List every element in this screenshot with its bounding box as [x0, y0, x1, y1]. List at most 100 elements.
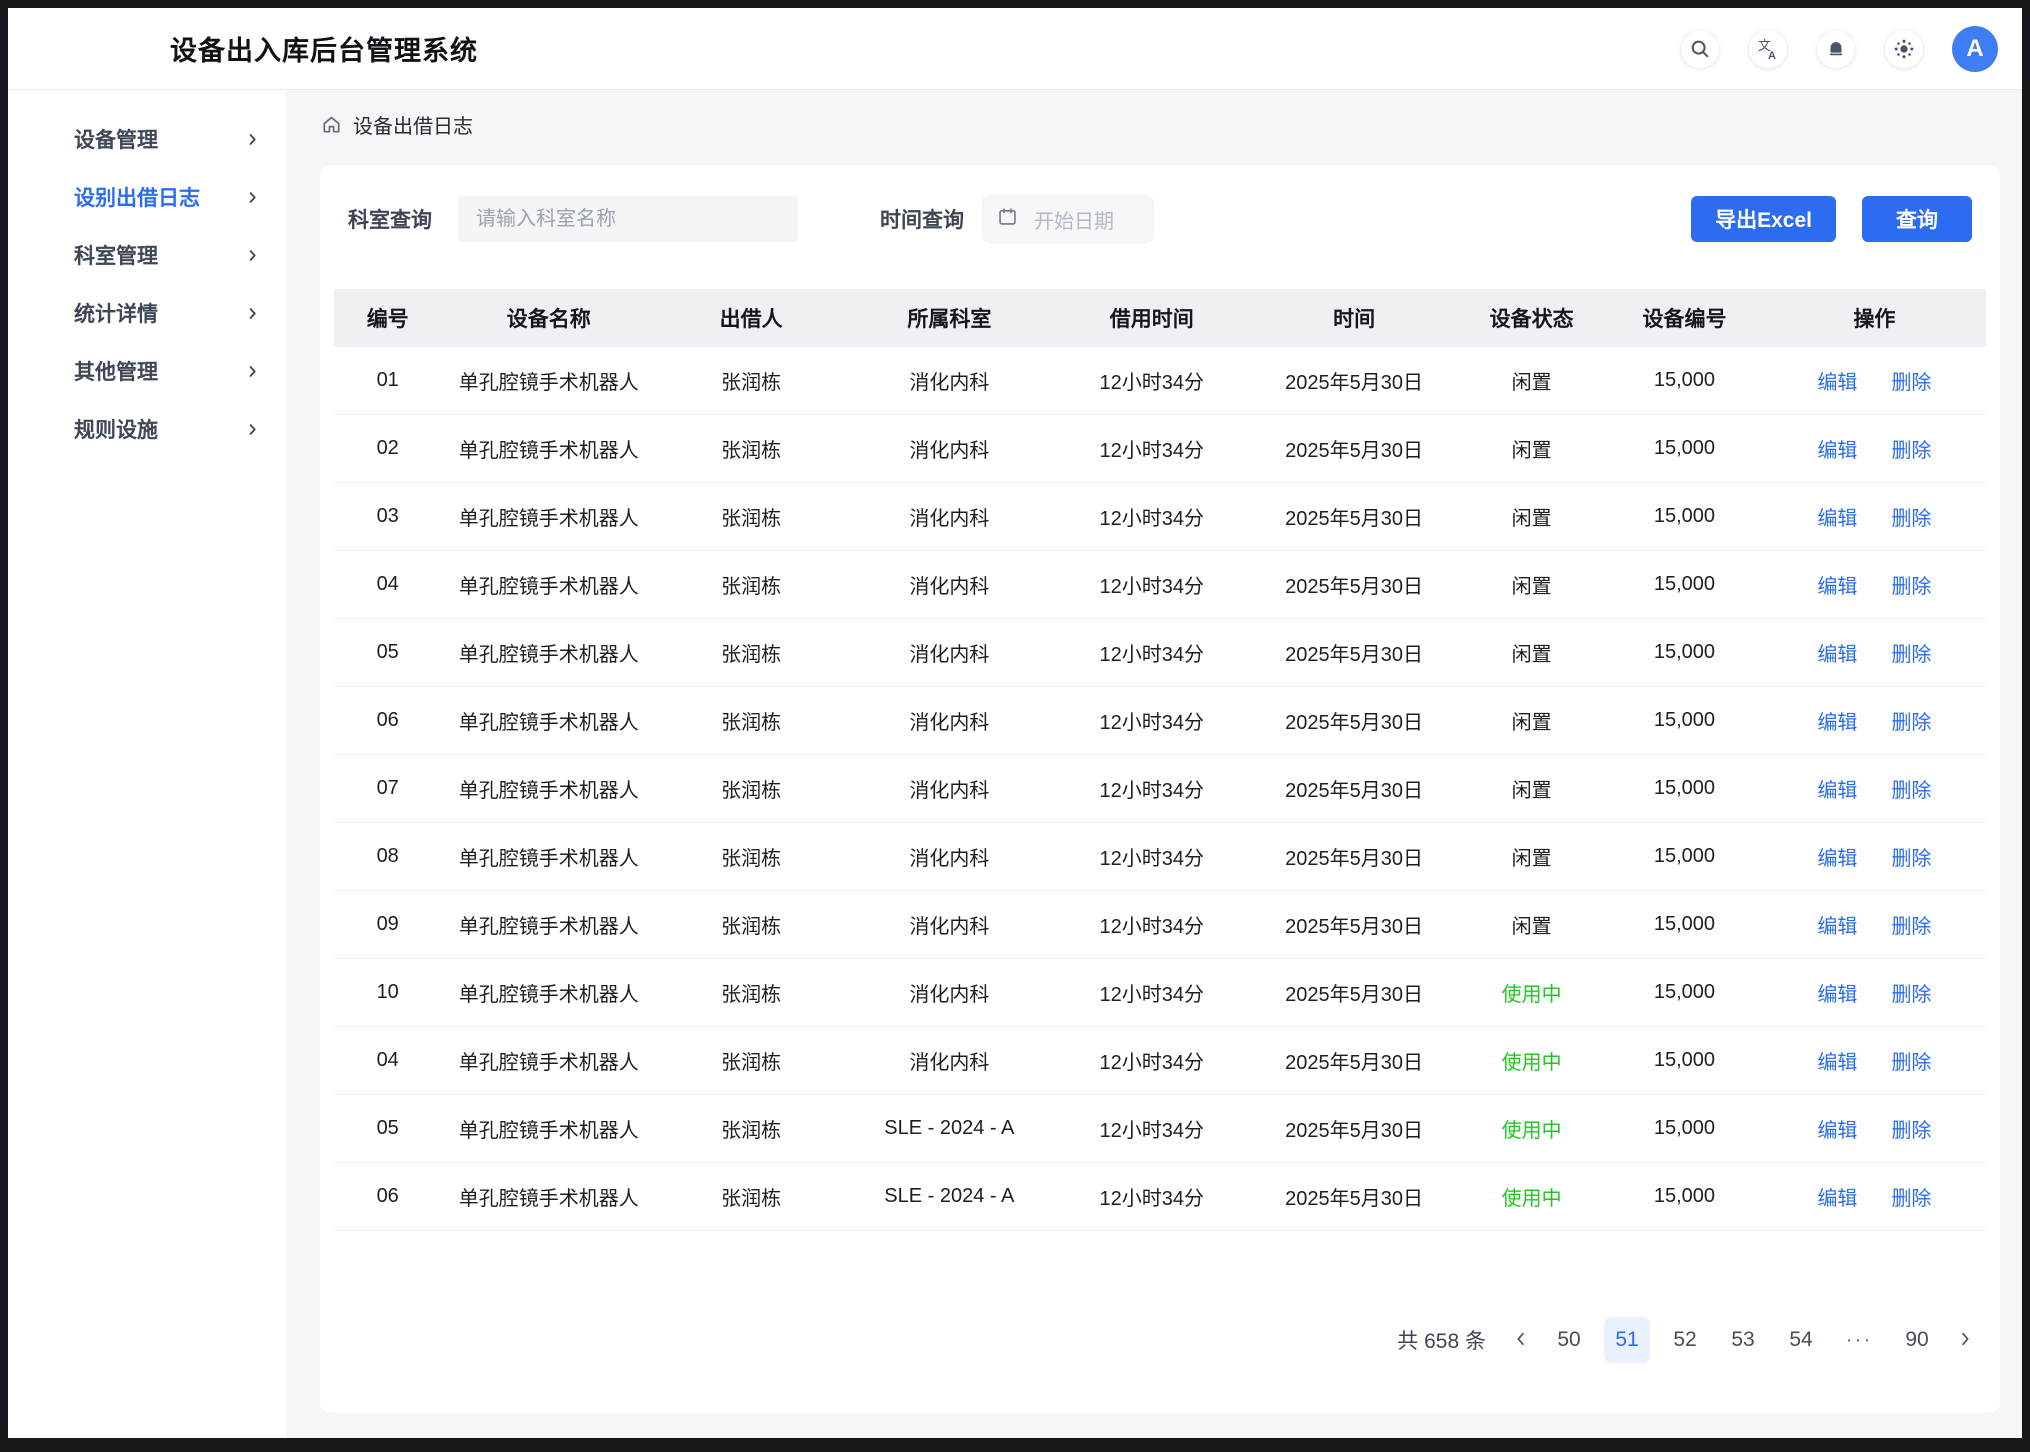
query-button[interactable]: 查询 [1862, 196, 1972, 242]
cell-department: 消化内科 [846, 570, 1053, 599]
edit-link[interactable]: 编辑 [1817, 1114, 1857, 1143]
cell-department: 消化内科 [846, 774, 1053, 803]
cell-device-number: 15,000 [1606, 1117, 1763, 1140]
avatar[interactable]: A [1952, 26, 1998, 72]
cell-borrow-duration: 12小时34分 [1053, 1046, 1251, 1075]
start-date-input[interactable]: 开始日期 [982, 195, 1154, 243]
sidebar-item[interactable]: 统计详情 [8, 284, 286, 342]
chevron-right-icon [245, 132, 260, 147]
delete-link[interactable]: 删除 [1891, 502, 1931, 531]
cell-actions: 编辑 删除 [1763, 434, 1986, 463]
edit-link[interactable]: 编辑 [1817, 774, 1857, 803]
cell-department: 消化内科 [846, 978, 1053, 1007]
delete-link[interactable]: 删除 [1891, 978, 1931, 1007]
cell-borrow-duration: 12小时34分 [1053, 434, 1251, 463]
delete-link[interactable]: 删除 [1891, 434, 1931, 463]
delete-link[interactable]: 删除 [1891, 1182, 1931, 1211]
cell-borrower: 张润栋 [656, 638, 846, 667]
cell-date: 2025年5月30日 [1251, 434, 1458, 463]
delete-link[interactable]: 删除 [1891, 706, 1931, 735]
table-row: 06 单孔腔镜手术机器人 张润栋 消化内科 12小时34分 2025年5月30日… [334, 687, 1986, 755]
translate-button[interactable]: 文 A [1748, 29, 1788, 69]
cell-actions: 编辑 删除 [1763, 638, 1986, 667]
sidebar-item[interactable]: 科室管理 [8, 226, 286, 284]
status-badge: 闲置 [1457, 570, 1606, 599]
search-button[interactable] [1680, 29, 1720, 69]
cell-number: 04 [334, 1049, 441, 1072]
delete-link[interactable]: 删除 [1891, 638, 1931, 667]
cell-department: 消化内科 [846, 910, 1053, 939]
sidebar-item[interactable]: 规则设施 [8, 400, 286, 458]
total-count: 共 658 条 [1397, 1325, 1486, 1355]
edit-link[interactable]: 编辑 [1817, 842, 1857, 871]
cell-department: 消化内科 [846, 638, 1053, 667]
edit-link[interactable]: 编辑 [1817, 366, 1857, 395]
cell-number: 09 [334, 913, 441, 936]
delete-link[interactable]: 删除 [1891, 910, 1931, 939]
sidebar-item[interactable]: 设备管理 [8, 110, 286, 168]
export-excel-button[interactable]: 导出Excel [1691, 196, 1836, 242]
table-header-row: 编号设备名称出借人所属科室借用时间时间设备状态设备编号操作 [334, 289, 1986, 347]
cell-actions: 编辑 删除 [1763, 366, 1986, 395]
page-ellipsis[interactable]: ··· [1836, 1317, 1882, 1363]
cell-date: 2025年5月30日 [1251, 978, 1458, 1007]
prev-page-button[interactable] [1508, 1330, 1534, 1351]
table-row: 04 单孔腔镜手术机器人 张润栋 消化内科 12小时34分 2025年5月30日… [334, 551, 1986, 619]
edit-link[interactable]: 编辑 [1817, 434, 1857, 463]
cell-date: 2025年5月30日 [1251, 1114, 1458, 1143]
theme-icon [1893, 38, 1915, 60]
status-badge: 闲置 [1457, 842, 1606, 871]
delete-link[interactable]: 删除 [1891, 570, 1931, 599]
cell-actions: 编辑 删除 [1763, 774, 1986, 803]
theme-button[interactable] [1884, 29, 1924, 69]
page-button[interactable]: 50 [1546, 1317, 1592, 1363]
page-button[interactable]: 90 [1894, 1317, 1940, 1363]
edit-link[interactable]: 编辑 [1817, 1046, 1857, 1075]
cell-date: 2025年5月30日 [1251, 842, 1458, 871]
delete-link[interactable]: 删除 [1891, 774, 1931, 803]
page-button[interactable]: 51 [1604, 1317, 1650, 1363]
page-button[interactable]: 52 [1662, 1317, 1708, 1363]
cell-date: 2025年5月30日 [1251, 706, 1458, 735]
sidebar-item-label: 规则设施 [74, 414, 158, 444]
table-row: 06 单孔腔镜手术机器人 张润栋 SLE - 2024 - A 12小时34分 … [334, 1163, 1986, 1231]
edit-link[interactable]: 编辑 [1817, 638, 1857, 667]
sidebar-item[interactable]: 设别出借日志 [8, 168, 286, 226]
column-header: 所属科室 [846, 303, 1053, 333]
edit-link[interactable]: 编辑 [1817, 706, 1857, 735]
delete-link[interactable]: 删除 [1891, 1114, 1931, 1143]
edit-link[interactable]: 编辑 [1817, 570, 1857, 599]
cell-number: 05 [334, 641, 441, 664]
status-badge: 闲置 [1457, 434, 1606, 463]
sidebar-item[interactable]: 其他管理 [8, 342, 286, 400]
delete-link[interactable]: 删除 [1891, 366, 1931, 395]
page-button[interactable]: 53 [1720, 1317, 1766, 1363]
home-icon[interactable] [320, 113, 343, 136]
status-badge: 闲置 [1457, 774, 1606, 803]
cell-date: 2025年5月30日 [1251, 366, 1458, 395]
delete-link[interactable]: 删除 [1891, 1046, 1931, 1075]
edit-link[interactable]: 编辑 [1817, 1182, 1857, 1211]
edit-link[interactable]: 编辑 [1817, 502, 1857, 531]
cell-actions: 编辑 删除 [1763, 570, 1986, 599]
edit-link[interactable]: 编辑 [1817, 978, 1857, 1007]
cell-device-name: 单孔腔镜手术机器人 [441, 1182, 656, 1211]
cell-borrower: 张润栋 [656, 706, 846, 735]
cell-number: 03 [334, 505, 441, 528]
column-header: 操作 [1763, 303, 1986, 333]
page-button[interactable]: 54 [1778, 1317, 1824, 1363]
app-header: 设备出入库后台管理系统 文 A [8, 8, 2022, 90]
column-header: 设备状态 [1457, 303, 1606, 333]
next-page-button[interactable] [1952, 1330, 1978, 1351]
dept-search-input[interactable] [458, 196, 798, 242]
chevron-right-icon [245, 190, 260, 205]
chevron-right-icon [245, 248, 260, 263]
cell-device-name: 单孔腔镜手术机器人 [441, 502, 656, 531]
edit-link[interactable]: 编辑 [1817, 910, 1857, 939]
cell-borrow-duration: 12小时34分 [1053, 1114, 1251, 1143]
notification-button[interactable] [1816, 29, 1856, 69]
date-placeholder: 开始日期 [1034, 205, 1114, 234]
cell-date: 2025年5月30日 [1251, 774, 1458, 803]
delete-link[interactable]: 删除 [1891, 842, 1931, 871]
cell-device-name: 单孔腔镜手术机器人 [441, 774, 656, 803]
